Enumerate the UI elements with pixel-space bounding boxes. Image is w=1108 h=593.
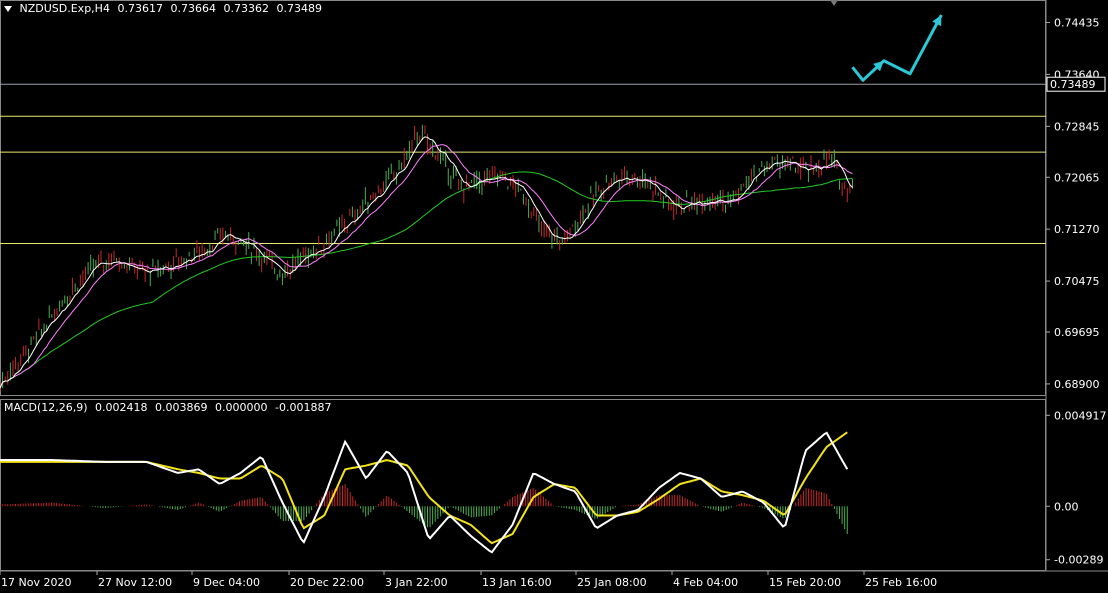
time-tick-label: 13 Jan 16:00	[482, 576, 552, 589]
current-price-label: 0.73489	[1050, 78, 1096, 91]
ma-mid-line	[0, 144, 853, 389]
chart-canvas: 0.744350.736400.728450.720650.712700.704…	[0, 0, 1108, 589]
open-value: 0.73617	[117, 2, 163, 15]
time-tick-label: 3 Jan 22:00	[385, 576, 448, 589]
macd-pane-frame	[0, 399, 1046, 571]
price-tick-label: 0.70475	[1054, 275, 1100, 288]
macd-name: MACD(12,26,9)	[4, 401, 88, 414]
macd-value-2: 0.003869	[155, 401, 208, 414]
high-value: 0.73664	[170, 2, 216, 15]
symbol-header: NZDUSD.Exp,H4 0.73617 0.73664 0.73362 0.…	[4, 2, 326, 15]
macd-value-1: 0.002418	[95, 401, 148, 414]
macd-tick-label: 0.00	[1054, 500, 1079, 513]
ma-fast-line	[0, 136, 853, 389]
price-tick-label: 0.72065	[1054, 171, 1100, 184]
macd-tick-label: -0.00289	[1054, 554, 1103, 567]
symbol-label: NZDUSD.Exp,H4	[19, 2, 110, 15]
time-tick-label: 25 Jan 08:00	[577, 576, 647, 589]
price-tick-label: 0.68900	[1054, 378, 1100, 391]
macd-main-line	[0, 431, 849, 554]
macd-value-3: 0.000000	[215, 401, 268, 414]
macd-tick-label: 0.004917	[1054, 409, 1107, 422]
ma-slow-line	[0, 171, 853, 389]
price-tick-label: 0.71270	[1054, 223, 1100, 236]
time-tick-label: 4 Feb 04:00	[673, 576, 738, 589]
close-value: 0.73489	[276, 2, 322, 15]
price-axis-ticks: 0.744350.736400.728450.720650.712700.704…	[1046, 17, 1100, 391]
low-value: 0.73362	[223, 2, 269, 15]
time-tick-label: 17 Nov 2020	[1, 576, 71, 589]
macd-value-4: -0.001887	[275, 401, 332, 414]
macd-signal-line	[0, 431, 848, 545]
price-tick-label: 0.72845	[1054, 120, 1100, 133]
time-tick-label: 15 Feb 20:00	[769, 576, 841, 589]
macd-header: MACD(12,26,9) 0.002418 0.003869 0.000000…	[4, 401, 336, 414]
dropdown-triangle-icon[interactable]	[4, 6, 12, 12]
time-tick-label: 25 Feb 16:00	[865, 576, 937, 589]
forecast-arrow-path	[851, 14, 943, 82]
shift-marker-icon	[830, 0, 838, 6]
candles	[0, 124, 853, 392]
price-tick-label: 0.74435	[1054, 17, 1100, 30]
time-tick-label: 20 Dec 22:00	[290, 576, 364, 589]
time-tick-label: 27 Nov 12:00	[98, 576, 172, 589]
price-tick-label: 0.69695	[1054, 326, 1100, 339]
time-tick-label: 9 Dec 04:00	[193, 576, 260, 589]
